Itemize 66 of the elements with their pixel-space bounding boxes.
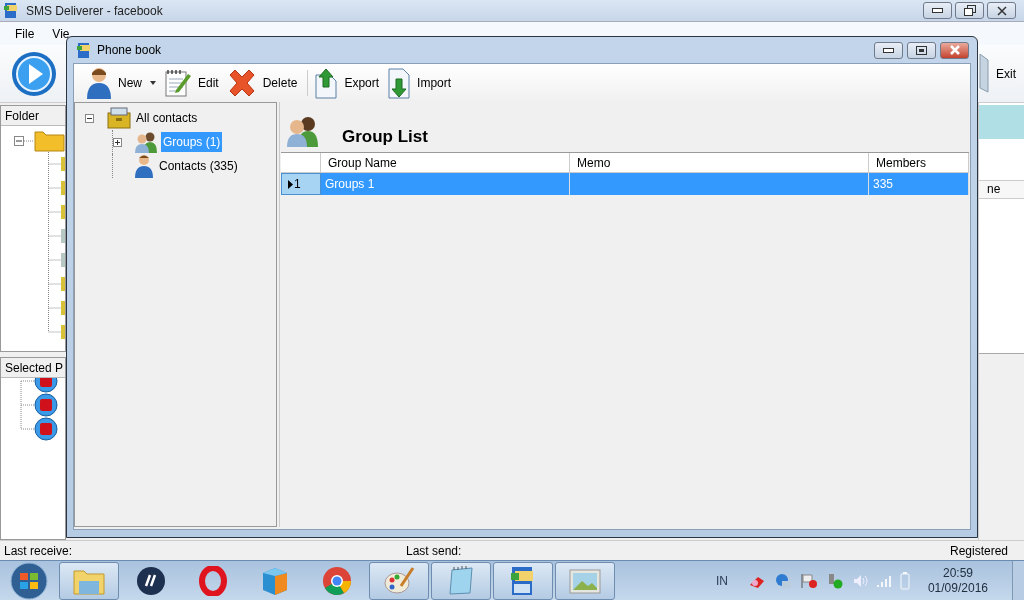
play-button[interactable]: [11, 50, 57, 97]
table-row[interactable]: 1 Groups 1 335: [281, 173, 969, 195]
import-button[interactable]: Import: [387, 66, 456, 100]
maximize-button[interactable]: [907, 41, 936, 59]
dialog-title: Phone book: [97, 42, 162, 59]
clock[interactable]: 20:59 01/09/2016: [927, 565, 988, 596]
app-icon: [4, 2, 18, 19]
table-cell: Groups 1: [321, 173, 570, 195]
flag-icon[interactable]: [799, 572, 818, 589]
ring-logo-icon: [198, 565, 228, 596]
person-icon: [86, 67, 112, 99]
new-button[interactable]: New: [86, 66, 160, 100]
status-text: Last receive:: [4, 542, 74, 560]
minimize-icon: [932, 8, 943, 13]
menu-item[interactable]: Vie: [43, 24, 79, 43]
cube-icon: [260, 565, 290, 596]
section-heading: Group List: [342, 127, 428, 147]
notepad-icon: [446, 565, 476, 596]
round-logo-icon: [322, 565, 352, 596]
menu-item[interactable]: File: [6, 24, 44, 43]
delete-button[interactable]: Delete: [226, 66, 302, 100]
row-indicator[interactable]: 1: [281, 173, 321, 195]
clock-time: 20:59: [942, 565, 973, 581]
edit-button[interactable]: Edit: [164, 66, 223, 100]
collapse-toggle-icon[interactable]: [85, 113, 94, 123]
tree-item[interactable]: All contacts: [134, 108, 200, 128]
circle-logo-icon: [136, 565, 166, 596]
panel-header: Selected P: [1, 358, 65, 378]
close-button[interactable]: [940, 41, 969, 59]
close-icon: [948, 45, 961, 55]
status-text: Registered: [949, 542, 1009, 560]
exit-button[interactable]: Exit: [996, 64, 1018, 83]
row-arrow-icon: [288, 179, 293, 189]
minimize-button[interactable]: [923, 2, 952, 19]
maximize-icon: [916, 45, 927, 55]
tree-item[interactable]: Contacts (335): [157, 156, 240, 176]
close-icon: [995, 5, 1008, 16]
close-button[interactable]: [987, 2, 1016, 19]
photo-icon: [568, 566, 602, 595]
dialog-app-icon: [77, 41, 91, 59]
export-icon: [314, 67, 339, 99]
panel-header: Folder: [1, 106, 65, 126]
taskbar-button[interactable]: [493, 561, 553, 600]
minimize-button[interactable]: [874, 41, 903, 59]
people-icon: [134, 131, 158, 153]
export-button[interactable]: Export: [314, 66, 384, 100]
column-header: ne: [979, 180, 1024, 199]
highlight-band: [979, 105, 1024, 139]
language-indicator[interactable]: IN: [715, 571, 728, 590]
status-text: Last send:: [406, 542, 462, 560]
import-icon: [387, 67, 412, 99]
people-icon: [286, 115, 320, 147]
expand-toggle-icon[interactable]: [113, 137, 122, 147]
restore-icon: [963, 5, 976, 16]
clock-date: 01/09/2016: [927, 580, 988, 596]
start-button[interactable]: [9, 561, 49, 600]
network-icon[interactable]: [773, 572, 792, 589]
notepad-icon: [164, 68, 192, 98]
restore-button[interactable]: [955, 2, 984, 19]
show-desktop-button[interactable]: [1012, 560, 1024, 600]
window-title: SMS Deliverer - facebook: [26, 2, 163, 20]
cabinet-icon: [107, 107, 131, 129]
minimize-icon: [883, 47, 894, 53]
person-icon: [134, 154, 154, 178]
palette-icon: [383, 565, 415, 596]
table-cell: 335: [869, 173, 969, 195]
